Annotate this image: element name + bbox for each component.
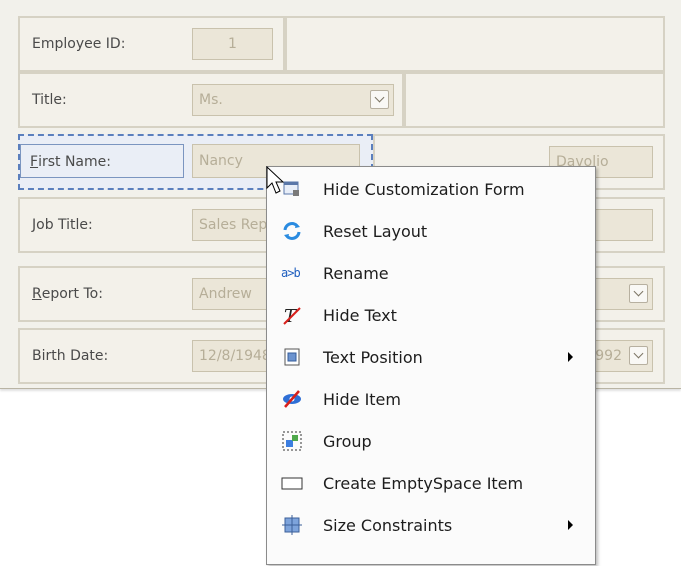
empty-space-item[interactable] xyxy=(285,16,665,72)
menu-item-hide-item[interactable]: Hide Item xyxy=(267,379,595,419)
title-combo[interactable]: Ms. xyxy=(192,84,394,116)
title-value: Ms. xyxy=(199,92,223,108)
submenu-arrow-icon xyxy=(568,352,573,362)
title-item[interactable]: Title: Ms. xyxy=(18,72,404,128)
birth-date-label: Birth Date: xyxy=(32,348,109,364)
group-icon xyxy=(282,431,302,451)
title-label: Title: xyxy=(32,92,67,108)
menu-item-group[interactable]: Group xyxy=(267,421,595,461)
hide-text-icon: T xyxy=(283,306,301,326)
menu-item-reset-layout[interactable]: Reset Layout xyxy=(267,211,595,251)
submenu-arrow-icon xyxy=(568,520,573,530)
chevron-down-icon[interactable] xyxy=(629,284,648,303)
chevron-down-icon[interactable] xyxy=(629,346,648,365)
mouse-cursor-icon xyxy=(266,166,285,194)
report-to-value: Andrew xyxy=(199,286,252,302)
empty-space-icon xyxy=(281,477,303,490)
employee-id-field[interactable]: 1 xyxy=(192,28,273,60)
first-name-label: First Name: xyxy=(30,154,111,170)
rename-icon: a>b xyxy=(281,266,301,280)
menu-item-size-constraints[interactable]: Size Constraints xyxy=(267,505,595,545)
text-position-icon xyxy=(284,348,300,366)
hide-item-icon xyxy=(283,390,301,408)
chevron-down-icon[interactable] xyxy=(370,90,389,109)
menu-item-text-position[interactable]: Text Position xyxy=(267,337,595,377)
employee-id-item[interactable]: Employee ID: 1 xyxy=(18,16,285,72)
size-constraints-icon xyxy=(282,515,302,535)
menu-item-hide-text[interactable]: T Hide Text xyxy=(267,295,595,335)
job-title-label: Job Title: xyxy=(32,217,93,233)
menu-item-create-emptyspace-item[interactable]: Create EmptySpace Item xyxy=(267,463,595,503)
empty-space-item-2[interactable] xyxy=(404,72,665,128)
employee-id-label: Employee ID: xyxy=(32,36,126,52)
context-menu: Hide Customization Form Reset Layout a>b… xyxy=(266,166,596,565)
report-to-label: Report To: xyxy=(32,286,103,302)
reset-layout-icon xyxy=(283,222,301,240)
menu-item-hide-customization-form[interactable]: Hide Customization Form xyxy=(267,169,595,209)
menu-item-rename[interactable]: a>b Rename xyxy=(267,253,595,293)
